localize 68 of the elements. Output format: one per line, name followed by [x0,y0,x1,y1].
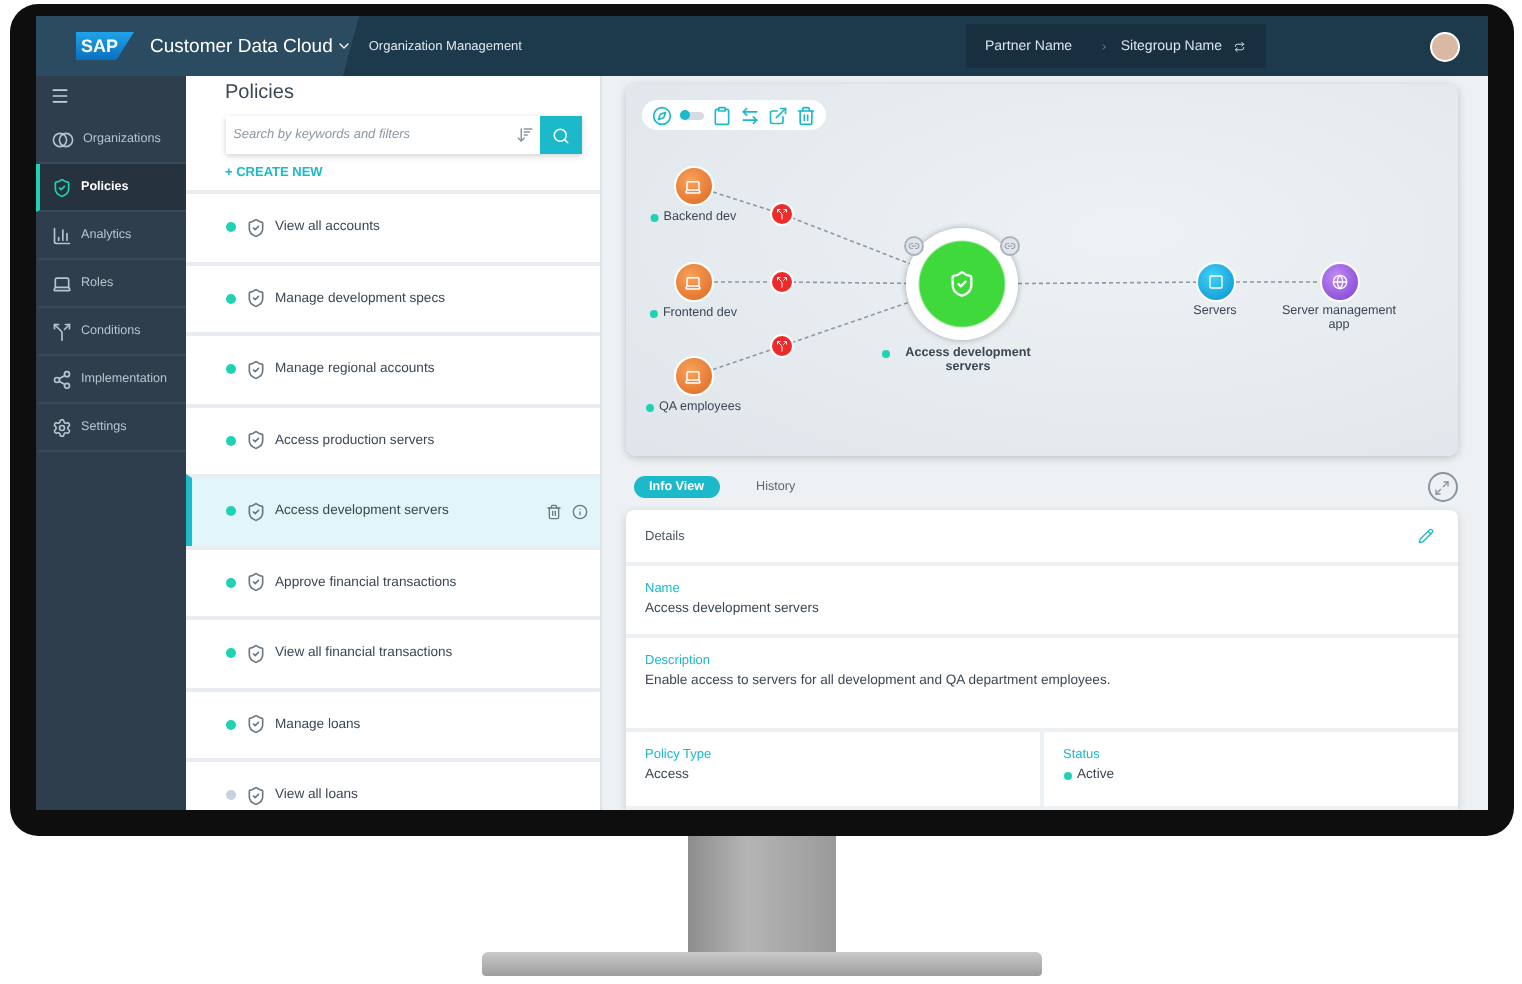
expand-icon [1434,479,1450,495]
chart-icon [51,225,71,245]
shield-icon [245,785,265,806]
connector-line [790,281,906,285]
sort-icon [515,126,533,144]
connector-line [711,348,773,371]
group-node[interactable] [673,262,713,302]
server-node[interactable] [1195,262,1235,302]
condition-node[interactable] [769,334,793,358]
connector-line [1234,281,1320,283]
search-icon [551,125,569,145]
link-icon[interactable] [903,236,923,256]
shield-icon [245,643,265,664]
menu-icon[interactable] [49,86,69,106]
sort-button[interactable] [509,116,539,154]
connector-line [789,301,909,344]
expand-button[interactable] [1427,472,1457,502]
shield-icon [245,430,265,451]
laptop-icon [51,273,71,293]
laptop-icon [684,273,702,291]
trash-icon[interactable] [545,503,561,520]
toggle-switch[interactable] [679,111,703,119]
split-icon [775,340,787,352]
globe-icon [1331,274,1347,290]
shield-icon [245,501,265,522]
chevron-icon [1100,39,1109,53]
shield-icon [245,359,265,380]
caret-icon[interactable] [336,38,353,54]
product-name[interactable]: Customer Data Cloud [150,35,333,57]
logo: SAP [75,32,135,60]
share-icon [51,369,71,389]
split-icon [775,208,787,220]
clipboard-icon[interactable] [711,105,731,125]
shield-icon [245,714,265,735]
policy-node[interactable] [905,228,1017,340]
connector-line [711,191,773,212]
shield-icon [245,288,265,309]
chain-icon [1003,240,1015,252]
shield-icon [51,177,71,197]
app-node[interactable] [1319,262,1359,302]
connector-line [789,216,910,265]
panel-title: Policies [225,82,296,104]
rings-icon [51,131,73,147]
group-node[interactable] [673,356,713,396]
connector-line [712,281,772,283]
condition-node[interactable] [769,202,793,226]
external-link-icon[interactable] [767,105,787,125]
compass-icon[interactable] [651,105,671,125]
search-button[interactable] [539,116,581,154]
trash-icon[interactable] [795,105,815,125]
chain-icon [907,240,919,252]
group-node[interactable] [673,166,713,206]
shield-icon [245,217,265,238]
laptop-icon [684,177,702,195]
shield-icon [947,270,975,298]
condition-node[interactable] [769,270,793,294]
settings-icon [51,417,71,437]
swap-icon[interactable] [739,105,759,125]
laptop-icon [684,367,702,385]
shield-icon [245,572,265,593]
split-icon [775,276,787,288]
square-icon [1207,274,1223,290]
avatar[interactable] [1429,31,1459,61]
switch-icon[interactable] [1233,37,1245,55]
split-icon [51,321,71,341]
edit-icon[interactable] [1417,528,1433,544]
info-icon[interactable] [571,503,587,520]
link-icon[interactable] [999,236,1019,256]
